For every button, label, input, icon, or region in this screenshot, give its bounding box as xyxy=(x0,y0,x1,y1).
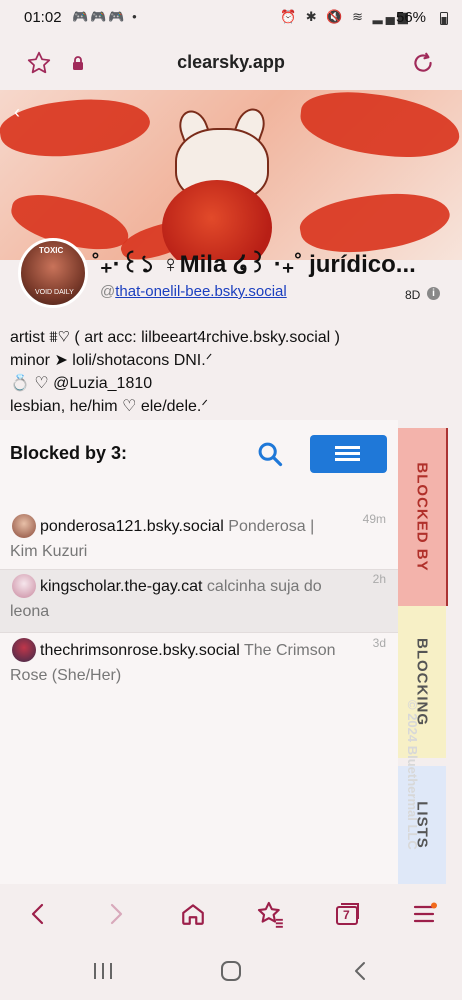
list-item[interactable]: thechrimsonrose.bsky.social The Crimson … xyxy=(0,634,398,694)
list-item[interactable]: ponderosa121.bsky.social Ponderosa | Kim… xyxy=(0,510,398,570)
notification-icons: 🎮🎮🎮 • xyxy=(72,9,139,24)
tabs-button[interactable]: 7 xyxy=(334,902,360,926)
tabs-count: 7 xyxy=(343,908,350,922)
profile-avatar: TOXIC VOID DAILY xyxy=(18,238,88,308)
copyright-text: © 2024 Bluethermal LLC xyxy=(405,700,420,850)
account-age: 8D xyxy=(405,288,421,302)
profile-display-name: ˚₊·꒰১ ♀Mila ໒꒱ ·₊˚ jurídico... xyxy=(92,251,416,278)
forward-icon[interactable] xyxy=(106,902,126,926)
banner-back-icon: ‹ xyxy=(14,102,20,122)
bio-line: 💍 ♡ @Luzia_1810 xyxy=(10,375,153,392)
status-bar: 01:02 🎮🎮🎮 • ⏰ ✱ 🔇 ≋ ▂▄▆ 56% xyxy=(0,0,462,36)
row-time: 3d xyxy=(372,636,386,650)
row-time: 2h xyxy=(372,572,386,586)
tab-blocked-by-label: BLOCKED BY xyxy=(413,462,431,572)
bookmarks-icon[interactable] xyxy=(256,900,284,928)
url-bar: clearsky.app xyxy=(0,36,462,90)
tab-blocked-by[interactable]: BLOCKED BY xyxy=(398,428,448,606)
handle-prefix: @ xyxy=(100,283,116,300)
blocked-count-title: Blocked by 3: xyxy=(10,443,128,463)
status-time: 01:02 xyxy=(24,9,62,26)
url-text[interactable]: clearsky.app xyxy=(0,52,462,73)
home-icon[interactable] xyxy=(180,901,206,927)
battery-level: 56% xyxy=(396,9,427,26)
list-item[interactable]: kingscholar.the-gay.cat calcinha suja do… xyxy=(0,570,398,632)
home-button-icon[interactable] xyxy=(220,960,242,982)
menu-icon[interactable] xyxy=(412,902,438,926)
profile-bio: artist ⩩♡ ( art acc: lilbeeart4rchive.bs… xyxy=(10,326,450,418)
row-handle[interactable]: ponderosa121.bsky.social xyxy=(40,518,224,535)
bio-line: lesbian, he/him ♡ ele/dele.ᐟ xyxy=(10,398,209,415)
profile-banner-image: ‹ xyxy=(0,90,462,260)
row-handle[interactable]: kingscholar.the-gay.cat xyxy=(40,578,202,595)
back-icon[interactable] xyxy=(28,902,48,926)
row-handle[interactable]: thechrimsonrose.bsky.social xyxy=(40,642,240,659)
avatar-label-top: TOXIC xyxy=(39,246,64,255)
system-back-icon[interactable] xyxy=(352,960,368,982)
divider xyxy=(0,632,398,633)
profile-handle: @that-onelil-bee.bsky.social xyxy=(100,283,287,300)
list-view-button[interactable] xyxy=(310,435,387,473)
system-navigation-bar xyxy=(0,944,462,1000)
bio-line: minor ➤ loli/shotacons DNI.ᐟ xyxy=(10,352,213,369)
avatar-label-bottom: VOID DAILY xyxy=(35,289,74,296)
row-time: 49m xyxy=(362,512,386,526)
system-icons: ⏰ ✱ 🔇 ≋ ▂▄▆ xyxy=(280,9,411,24)
info-icon[interactable]: i xyxy=(427,287,440,300)
recent-apps-icon[interactable] xyxy=(92,961,114,981)
reload-icon[interactable] xyxy=(410,50,436,76)
battery-icon xyxy=(440,12,448,25)
search-icon[interactable] xyxy=(256,440,284,468)
bio-line: artist ⩩♡ ( art acc: lilbeeart4rchive.bs… xyxy=(10,329,340,346)
profile-handle-link[interactable]: that-onelil-bee.bsky.social xyxy=(115,283,286,300)
browser-bottom-nav: 7 xyxy=(0,884,462,944)
